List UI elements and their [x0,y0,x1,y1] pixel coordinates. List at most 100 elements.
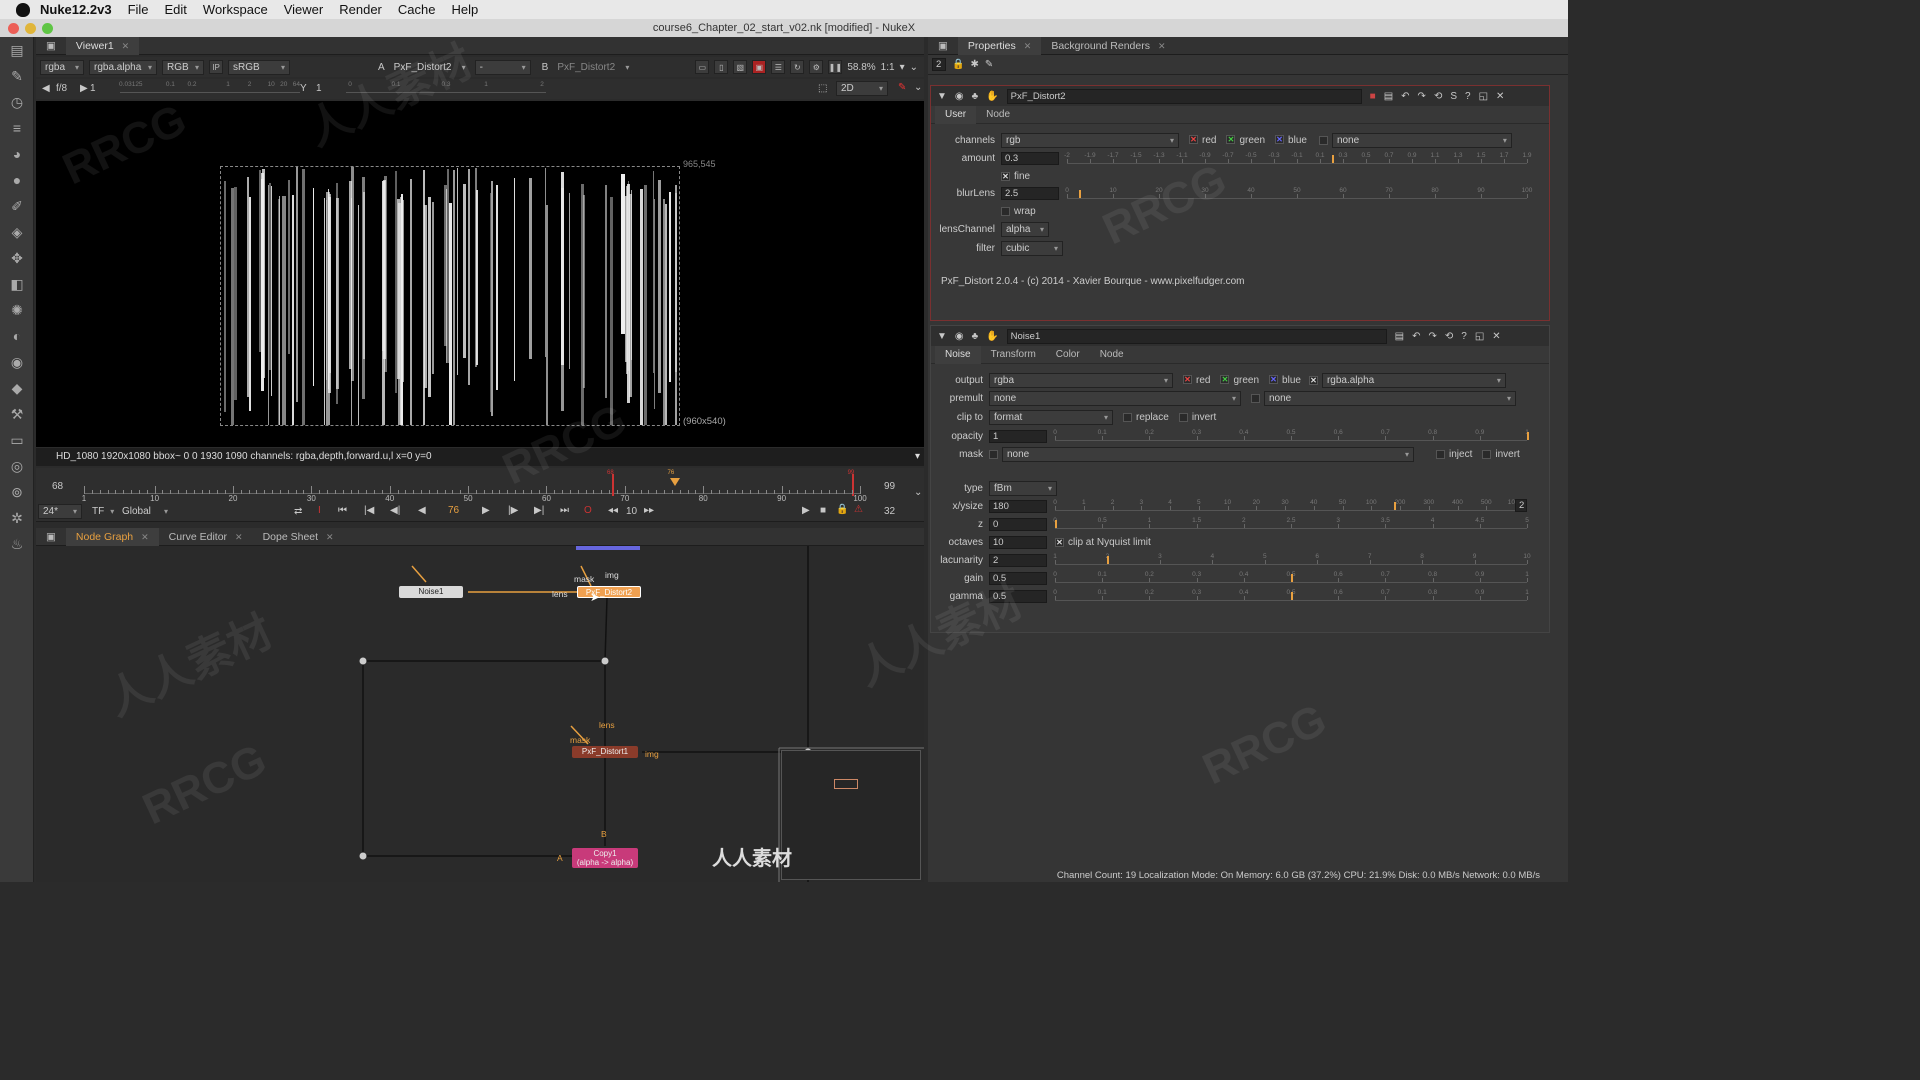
roi-icon[interactable]: ▭ [695,60,710,74]
edit-color-icon[interactable]: ▤ [1384,91,1393,102]
gain-slider[interactable]: 0.03125 0.1 0.2 1 2 10 20 64 [119,81,300,93]
in-point-marker[interactable] [611,474,614,496]
play-backward-icon[interactable]: ◀ [418,505,426,516]
noise1-node[interactable]: Noise1 [399,586,463,598]
extra-channel-checkbox[interactable]: ✕ [1308,375,1318,385]
filter-dropdown[interactable]: cubic [1001,240,1063,256]
revert-icon[interactable]: ⟲ [1434,91,1442,102]
fps-dropdown[interactable]: 24* [38,504,82,519]
input-b-dropdown[interactable]: PxF_Distort2 [553,60,633,75]
lacunarity-slider[interactable]: 12345678910 [1053,553,1531,565]
help-icon[interactable]: ? [1465,91,1471,102]
z-field[interactable]: 0 [989,517,1047,531]
frame-range-start[interactable]: 68 [52,481,63,492]
hand-icon[interactable]: ✋ [986,91,998,102]
timeline-ruler[interactable]: 1 10 20 30 40 50 60 70 80 90 100 68 99 7… [82,470,867,503]
red-checkbox[interactable]: ✕ red [1189,135,1216,146]
slider-handle[interactable] [1291,574,1293,582]
menu-workspace[interactable]: Workspace [203,2,268,17]
tab-color[interactable]: Color [1046,346,1090,364]
expand-icon[interactable]: ⌄ [914,82,922,93]
views-tool-icon[interactable]: ◉ [0,349,34,375]
slider-handle[interactable] [1078,190,1081,198]
extra-channel-dropdown[interactable]: rgba.alpha [1321,372,1506,388]
view-mode-dropdown[interactable]: 2D [836,81,888,96]
node-name-field[interactable]: Noise1 [1006,328,1387,344]
xysize-count[interactable]: 2 [1515,499,1527,512]
xysize-field[interactable]: 180 [989,499,1047,513]
lock-icon[interactable]: 🔒 [836,504,848,515]
tab-background-renders[interactable]: Background Renders ✕ [1041,37,1175,55]
slider-handle[interactable] [1331,155,1334,163]
record-icon[interactable]: ⚠ [854,504,863,515]
compare-op-dropdown[interactable]: - [474,59,531,75]
nukex-tool-icon[interactable]: ✲ [0,505,34,531]
output-dropdown[interactable]: rgba [989,372,1173,388]
channels-dropdown[interactable]: rgb [1001,132,1179,148]
prev-stop-icon[interactable]: ◀ [42,83,50,94]
green-checkbox[interactable]: ✕ green [1220,375,1259,386]
nyquist-checkbox[interactable]: ✕ [1055,537,1064,547]
guides-icon[interactable]: ☰ [771,60,786,74]
close-icon[interactable]: ✕ [122,37,130,55]
prev-frame-icon[interactable]: ◀| [390,505,400,516]
display-dropdown[interactable]: RGB [162,59,204,75]
current-frame[interactable]: 76 [448,505,459,516]
merge-tool-icon[interactable]: ◈ [0,219,34,245]
premult-checkbox[interactable] [1251,393,1260,403]
play-forward-icon[interactable]: ▶ [482,505,490,516]
color-picker-icon[interactable]: ✎ [898,82,906,93]
gain-slider[interactable]: 00.10.20.30.40.50.60.70.80.91 [1053,571,1529,583]
prev-keyframe-icon[interactable]: |◀ [364,505,374,516]
layer-dropdown[interactable]: rgba [40,59,84,75]
menu-help[interactable]: Help [451,2,478,17]
tab-transform[interactable]: Transform [981,346,1046,364]
z-slider[interactable]: 00.511.522.533.544.55 [1053,517,1529,529]
menu-file[interactable]: File [128,2,149,17]
float-icon[interactable]: ◱ [1475,331,1484,342]
apple-icon[interactable] [16,2,30,17]
tf-dropdown[interactable]: TF [88,504,116,519]
fine-checkbox[interactable]: ✕ [1001,171,1010,181]
3d-tool-icon[interactable]: ◧ [0,271,34,297]
type-dropdown[interactable]: fBm [989,480,1057,496]
app-menu[interactable]: Nuke12.2v3 [40,2,112,17]
ip-toggle-button[interactable]: IP [209,60,223,74]
hand-icon[interactable]: ✋ [986,331,998,342]
fstop-value[interactable]: f/8 [56,83,67,94]
pause-icon[interactable]: ❚❚ [828,60,843,74]
lut-dropdown[interactable]: sRGB [228,59,290,75]
close-icon[interactable]: ✕ [326,528,334,546]
extra-channel-checkbox[interactable] [1318,135,1328,145]
inject-checkbox[interactable] [1436,449,1445,459]
tab-curve-editor[interactable]: Curve Editor ✕ [159,528,253,546]
close-icon[interactable]: ✕ [141,528,149,546]
slider-handle[interactable] [1291,592,1293,600]
step-back-icon[interactable]: ◂◂ [608,505,618,516]
premult2-dropdown[interactable]: none [1264,390,1516,406]
expand-icon[interactable]: ⌄ [914,487,922,498]
color-tool-icon[interactable]: ◕ [0,141,34,167]
gamma-value[interactable]: 1 [316,83,322,94]
playhead[interactable] [669,478,680,486]
node-name-field[interactable]: PxF_Distort2 [1006,88,1362,104]
tab-node[interactable]: Node [976,106,1020,124]
particles-tool-icon[interactable]: ✺ [0,297,34,323]
zoom-dropdown-icon[interactable]: ▾ [900,62,905,73]
opacity-field[interactable]: 1 [989,429,1047,443]
channel-tool-icon[interactable]: ≡ [0,115,34,141]
node-color-icon[interactable]: ■ [1370,91,1376,102]
clipto-dropdown[interactable]: format [989,409,1113,425]
menu-viewer[interactable]: Viewer [284,2,324,17]
extra-channel-dropdown[interactable]: none [1331,132,1512,148]
input-a-dropdown[interactable]: PxF_Distort2 [390,60,470,75]
premult-dropdown[interactable]: none [989,390,1241,406]
loop-mode-icon[interactable]: ⇄ [294,506,302,517]
next-stop-icon[interactable]: ▶ [80,83,88,94]
mask-checkbox[interactable] [989,449,998,459]
close-icon[interactable]: ✕ [1492,331,1500,342]
close-icon[interactable]: ✕ [1496,91,1504,102]
redo-icon[interactable]: ↷ [1418,91,1426,102]
replace-checkbox[interactable] [1123,412,1132,422]
scope-dropdown[interactable]: Global [118,504,172,519]
